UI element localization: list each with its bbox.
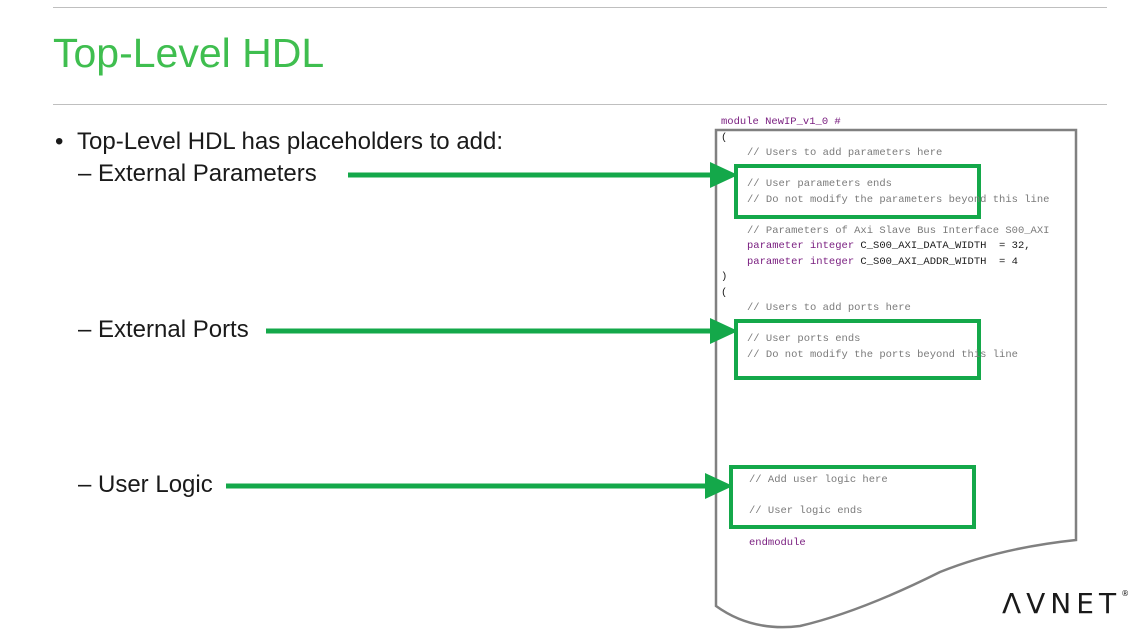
code-close-paren: ) <box>721 271 728 283</box>
logo-registered-mark: ® <box>1121 589 1130 598</box>
code-param-addr-width: parameter integer C_S00_AXI_ADDR_WIDTH =… <box>747 256 1018 268</box>
arrow-external-ports <box>266 318 738 344</box>
code-open-paren-ports: ( <box>721 287 728 299</box>
code-keyword: parameter integer <box>747 240 855 252</box>
arrow-user-logic <box>226 473 733 499</box>
code-param-data-width: parameter integer C_S00_AXI_DATA_WIDTH =… <box>747 240 1031 252</box>
diagram-overlay <box>226 128 1078 629</box>
code-param-text: C_S00_AXI_ADDR_WIDTH = 4 <box>854 256 1018 268</box>
code-comment-axi-params: // Parameters of Axi Slave Bus Interface… <box>747 225 1050 237</box>
code-comment-add-user-logic: // Add user logic here <box>749 474 888 486</box>
code-open-paren: ( <box>721 132 728 144</box>
code-comment-user-ports-ends: // User ports ends <box>747 333 861 345</box>
code-comment-do-not-modify-params: // Do not modify the parameters beyond t… <box>747 194 1050 206</box>
code-comment-user-logic-ends: // User logic ends <box>749 505 863 517</box>
code-comment-users-ports: // Users to add ports here <box>747 302 911 314</box>
avnet-logo: ΛVNET® <box>1002 587 1129 620</box>
code-param-text: C_S00_AXI_DATA_WIDTH = 32, <box>854 240 1031 252</box>
arrow-external-parameters <box>348 162 738 188</box>
logo-text: ΛVNET <box>1002 587 1122 620</box>
code-comment-do-not-modify-ports: // Do not modify the ports beyond this l… <box>747 349 1018 361</box>
code-keyword: parameter integer <box>747 256 855 268</box>
code-comment-user-params-ends: // User parameters ends <box>747 178 892 190</box>
code-module-line: module NewIP_v1_0 # <box>721 116 841 128</box>
code-endmodule: endmodule <box>749 537 806 549</box>
code-comment-users-params: // Users to add parameters here <box>747 147 943 159</box>
